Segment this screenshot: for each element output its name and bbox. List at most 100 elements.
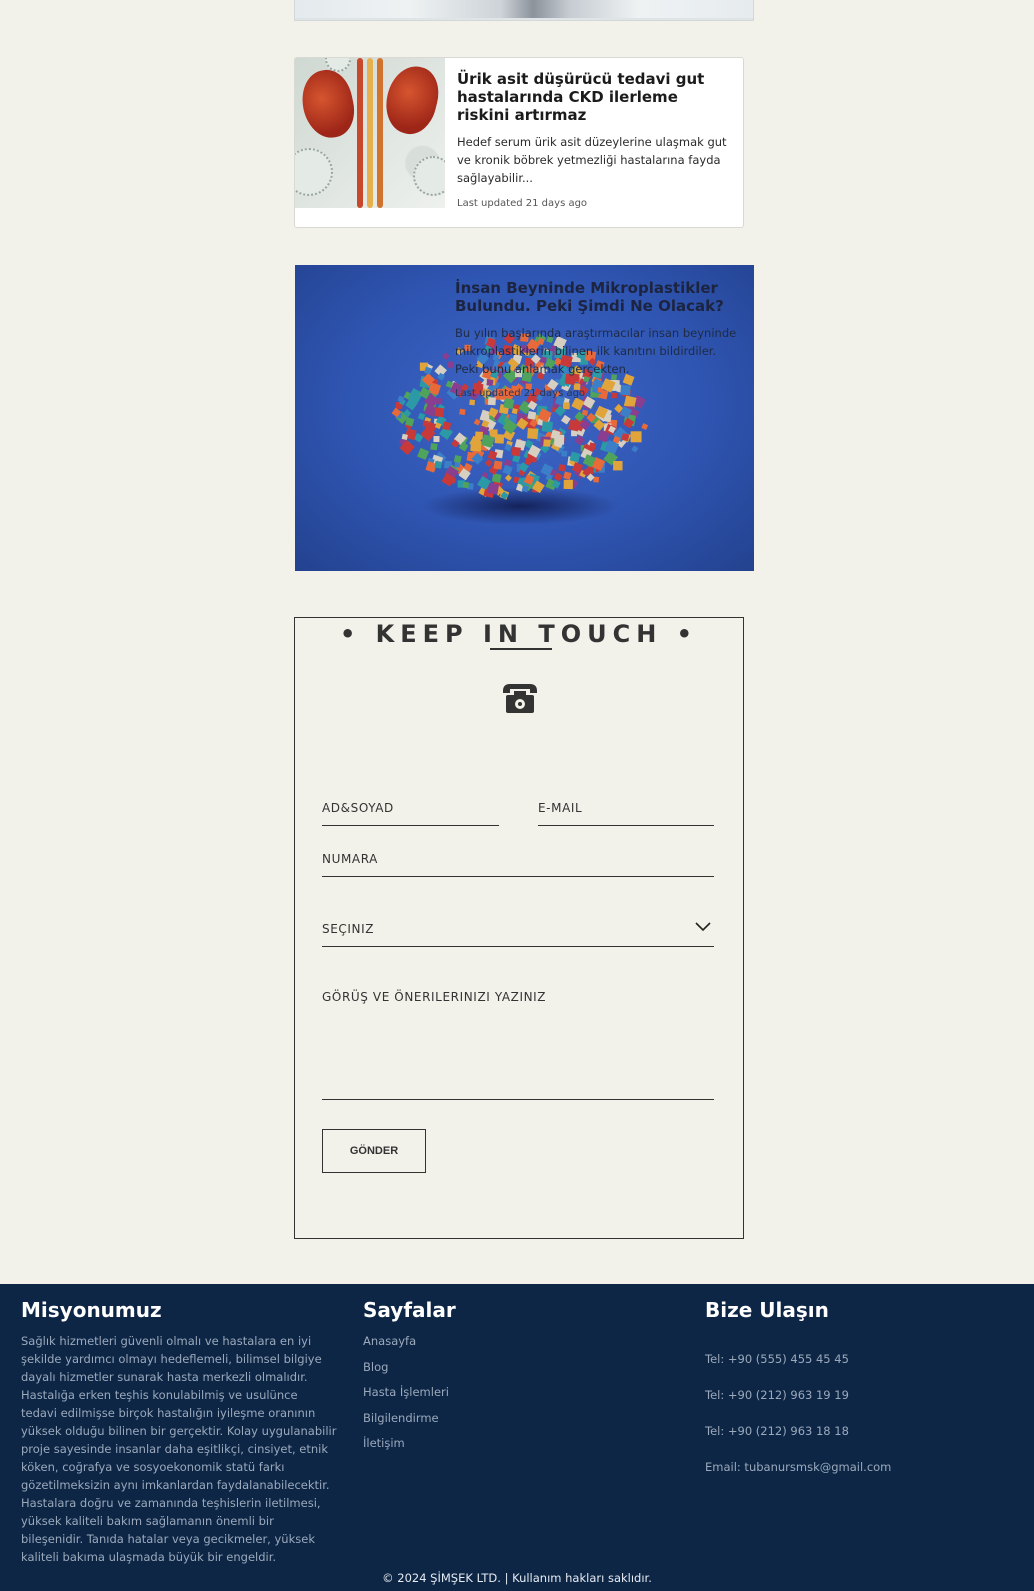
brain-cube bbox=[558, 464, 566, 472]
mission-text: Sağlık hizmetleri güvenli olmalı ve hast… bbox=[21, 1334, 337, 1564]
footer-link-home[interactable]: Anasayfa bbox=[363, 1332, 663, 1358]
kidney-article-image bbox=[295, 58, 445, 208]
brain-cube bbox=[401, 433, 408, 441]
brain-cube bbox=[543, 439, 551, 447]
brain-cube bbox=[491, 473, 502, 483]
brain-cube bbox=[527, 411, 537, 420]
brain-cube bbox=[560, 414, 571, 425]
message-field-label: GÖRÜŞ VE ÖNERILERINIZI YAZINIZ bbox=[322, 990, 547, 1004]
brain-cube bbox=[422, 420, 429, 427]
brain-cube bbox=[462, 481, 469, 489]
copyright: © 2024 ŞİMŞEK LTD. | Kullanım hakları sa… bbox=[382, 1571, 652, 1585]
send-button[interactable]: GÖNDER bbox=[322, 1129, 426, 1173]
name-field[interactable]: AD&SOYAD bbox=[322, 794, 499, 826]
brain-cube bbox=[563, 471, 572, 480]
brain-cube bbox=[504, 474, 512, 482]
site-footer: Misyonumuz Sağlık hizmetleri güvenli olm… bbox=[0, 1284, 1034, 1591]
brain-cube bbox=[563, 479, 573, 490]
brain-cube bbox=[561, 450, 568, 457]
footer-link-contact[interactable]: İletişim bbox=[363, 1434, 663, 1460]
chevron-down-icon[interactable] bbox=[695, 922, 711, 932]
hero-updated-meta: Last updated 21 days ago bbox=[455, 388, 586, 399]
brain-cube bbox=[613, 461, 623, 471]
brain-cube bbox=[527, 428, 539, 440]
hero-title[interactable]: İnsan Beyninde Mikroplastikler Bulundu. … bbox=[455, 279, 741, 315]
brain-cube bbox=[430, 443, 438, 451]
telephone-icon bbox=[503, 684, 537, 713]
brain-cube bbox=[574, 434, 586, 446]
reach-title: Bize Ulaşın bbox=[705, 1298, 829, 1322]
heading-underline bbox=[490, 648, 552, 650]
image-edge bbox=[295, 18, 753, 20]
phone-number[interactable]: Tel: +90 (212) 963 18 18 bbox=[705, 1422, 1005, 1458]
footer-link-blog[interactable]: Blog bbox=[363, 1358, 663, 1384]
article-card[interactable]: Ürik asit düşürücü tedavi gut hastaların… bbox=[294, 57, 744, 228]
brain-cube bbox=[442, 352, 450, 361]
article-updated-meta: Last updated 21 days ago bbox=[457, 198, 588, 209]
brain-cube bbox=[433, 435, 440, 443]
brain-cube bbox=[631, 445, 639, 453]
reach-items: Tel: +90 (555) 455 45 45 Tel: +90 (212) … bbox=[705, 1350, 1005, 1494]
brain-cube bbox=[434, 407, 445, 418]
brain-cube bbox=[447, 361, 454, 368]
pages-links: Anasayfa Blog Hasta İşlemleri Bilgilendi… bbox=[363, 1332, 663, 1460]
article-excerpt: Hedef serum ürik asit düzeylerine ulaşma… bbox=[457, 135, 727, 185]
brain-cube bbox=[417, 412, 426, 421]
pages-title: Sayfalar bbox=[363, 1298, 456, 1322]
virus-shape bbox=[413, 156, 445, 196]
phone-number[interactable]: Tel: +90 (555) 455 45 45 bbox=[705, 1350, 1005, 1386]
subject-select[interactable]: SEÇINIZ bbox=[322, 908, 714, 947]
brain-cube bbox=[469, 399, 476, 406]
email-field-label: E-MAIL bbox=[538, 801, 583, 815]
name-field-label: AD&SOYAD bbox=[322, 801, 394, 815]
brain-cube bbox=[571, 430, 577, 437]
phone-field-label: NUMARA bbox=[322, 852, 378, 866]
brain-cube bbox=[554, 434, 565, 445]
brain-cube bbox=[494, 434, 505, 444]
pages-column: Sayfalar Anasayfa Blog Hasta İşlemleri B… bbox=[363, 1298, 663, 1460]
kidney-shape bbox=[379, 60, 445, 140]
email-field[interactable]: E-MAIL bbox=[538, 794, 714, 826]
message-field[interactable]: GÖRÜŞ VE ÖNERILERINIZI YAZINIZ bbox=[322, 990, 714, 1100]
mission-column: Misyonumuz Sağlık hizmetleri güvenli olm… bbox=[21, 1298, 337, 1566]
brain-cube bbox=[541, 420, 553, 433]
brain-cube bbox=[459, 408, 466, 416]
hero-text-block: İnsan Beyninde Mikroplastikler Bulundu. … bbox=[455, 279, 741, 399]
phone-field[interactable]: NUMARA bbox=[322, 843, 714, 877]
brain-cube bbox=[562, 402, 570, 410]
brain-cube bbox=[484, 458, 493, 467]
footer-link-information[interactable]: Bilgilendirme bbox=[363, 1409, 663, 1435]
microplastics-article-card[interactable]: İnsan Beyninde Mikroplastikler Bulundu. … bbox=[295, 265, 754, 571]
hero-excerpt: Bu yılın başlarında araştırmacılar insan… bbox=[455, 326, 737, 376]
footer-link-patient-operations[interactable]: Hasta İşlemleri bbox=[363, 1383, 663, 1409]
mission-title: Misyonumuz bbox=[21, 1298, 162, 1322]
kidney-shape bbox=[296, 65, 360, 143]
brain-cube bbox=[473, 418, 481, 426]
brain-cube bbox=[442, 421, 452, 431]
brain-cube bbox=[417, 447, 430, 460]
previous-article-image[interactable] bbox=[294, 0, 754, 21]
vessel-shape bbox=[377, 58, 383, 208]
brain-cube bbox=[453, 454, 462, 463]
vessel-shape bbox=[357, 58, 363, 208]
brain-cube bbox=[571, 397, 585, 411]
article-title[interactable]: Ürik asit düşürücü tedavi gut hastaların… bbox=[457, 70, 727, 124]
keep-in-touch-heading: • KEEP IN TOUCH • bbox=[339, 620, 699, 648]
brain-cube bbox=[436, 397, 443, 405]
subject-select-label: SEÇINIZ bbox=[322, 922, 375, 936]
brain-cube bbox=[493, 460, 503, 470]
virus-shape bbox=[295, 148, 333, 196]
reach-column: Bize Ulaşın Tel: +90 (555) 455 45 45 Tel… bbox=[705, 1298, 1005, 1494]
phone-number[interactable]: Tel: +90 (212) 963 19 19 bbox=[705, 1386, 1005, 1422]
email-address[interactable]: Email: tubanursmsk@gmail.com bbox=[705, 1458, 1005, 1494]
brain-cube bbox=[503, 398, 515, 409]
brain-cube bbox=[630, 431, 642, 443]
brain-cube bbox=[641, 423, 649, 431]
brain-cube bbox=[434, 460, 442, 469]
brain-cube bbox=[487, 482, 500, 495]
article-card-body: Ürik asit düşürücü tedavi gut hastaların… bbox=[445, 58, 743, 227]
vessel-shape bbox=[367, 58, 373, 208]
contact-form: • KEEP IN TOUCH • AD&SOYAD E-MAIL NUMARA… bbox=[294, 617, 744, 1239]
brain-cube bbox=[511, 446, 521, 457]
brain-cube bbox=[502, 464, 513, 476]
